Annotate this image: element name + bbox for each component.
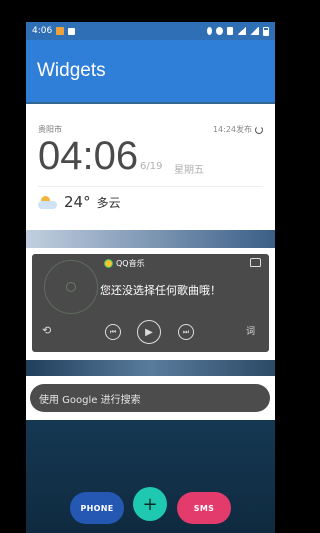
google-search-bar[interactable]: 使用 Google 进行搜索: [30, 384, 270, 412]
widget-divider: [38, 186, 263, 187]
home-screen: 4:06 Widgets 贵阳市 14:24发布 04:06 6/19 星期五: [26, 22, 275, 533]
clock-date: 6/19: [140, 161, 163, 172]
vibrate-icon: [227, 27, 233, 35]
published-time: 14:24发布: [213, 124, 263, 135]
clock-weather-widget[interactable]: 贵阳市 14:24发布 04:06 6/19 星期五 24° 多云: [26, 104, 275, 230]
qq-music-label: QQ音乐: [116, 259, 145, 268]
signal-icon: [250, 27, 259, 35]
wallpaper-strip: [26, 360, 275, 376]
notification-app-icon: [56, 27, 65, 35]
loop-icon[interactable]: ⟲: [42, 324, 51, 337]
album-disc-center: [66, 282, 76, 292]
status-left: 4:06: [32, 26, 76, 36]
google-search-widget: 使用 Google 进行搜索: [26, 376, 275, 420]
add-button[interactable]: +: [133, 487, 167, 521]
sms-button[interactable]: SMS: [177, 492, 231, 524]
bluetooth-icon: [207, 27, 212, 35]
clock-weekday: 星期五: [174, 165, 204, 176]
music-player[interactable]: QQ音乐 您还没选择任何歌曲哦！ ⟲ ⏮ ▶ ⏭ 词: [32, 254, 269, 352]
no-song-message: 您还没选择任何歌曲哦！: [100, 284, 221, 297]
wallpaper-strip: [26, 230, 275, 248]
qq-music-brand: QQ音乐: [104, 258, 145, 269]
status-right: [207, 26, 269, 36]
published-label: 14:24发布: [212, 125, 252, 134]
play-button[interactable]: ▶: [137, 320, 161, 344]
wifi-icon: [237, 27, 246, 35]
app-bar: Widgets: [26, 40, 275, 102]
lyrics-button[interactable]: 词: [246, 324, 255, 337]
refresh-icon[interactable]: [255, 125, 263, 134]
battery-icon: [263, 26, 269, 36]
phone-button[interactable]: PHONE: [70, 492, 124, 524]
status-time: 4:06: [32, 26, 53, 36]
skin-icon[interactable]: [250, 258, 261, 267]
next-button[interactable]: ⏭: [178, 324, 194, 340]
hotspot-icon: [216, 27, 223, 35]
clock-time: 04:06: [38, 134, 139, 178]
previous-button[interactable]: ⏮: [105, 324, 121, 340]
temperature: 24°: [64, 193, 91, 211]
weather-row: 24° 多云: [38, 193, 121, 211]
app-title: Widgets: [37, 60, 106, 81]
qq-music-widget: QQ音乐 您还没选择任何歌曲哦！ ⟲ ⏮ ▶ ⏭ 词: [26, 248, 275, 360]
partly-cloudy-icon: [38, 194, 58, 210]
qq-music-icon: [104, 259, 113, 268]
weather-condition: 多云: [96, 195, 121, 210]
search-placeholder: 使用 Google 进行搜索: [39, 394, 141, 406]
status-bar: 4:06: [26, 22, 275, 40]
notification-square-icon: [68, 27, 76, 35]
